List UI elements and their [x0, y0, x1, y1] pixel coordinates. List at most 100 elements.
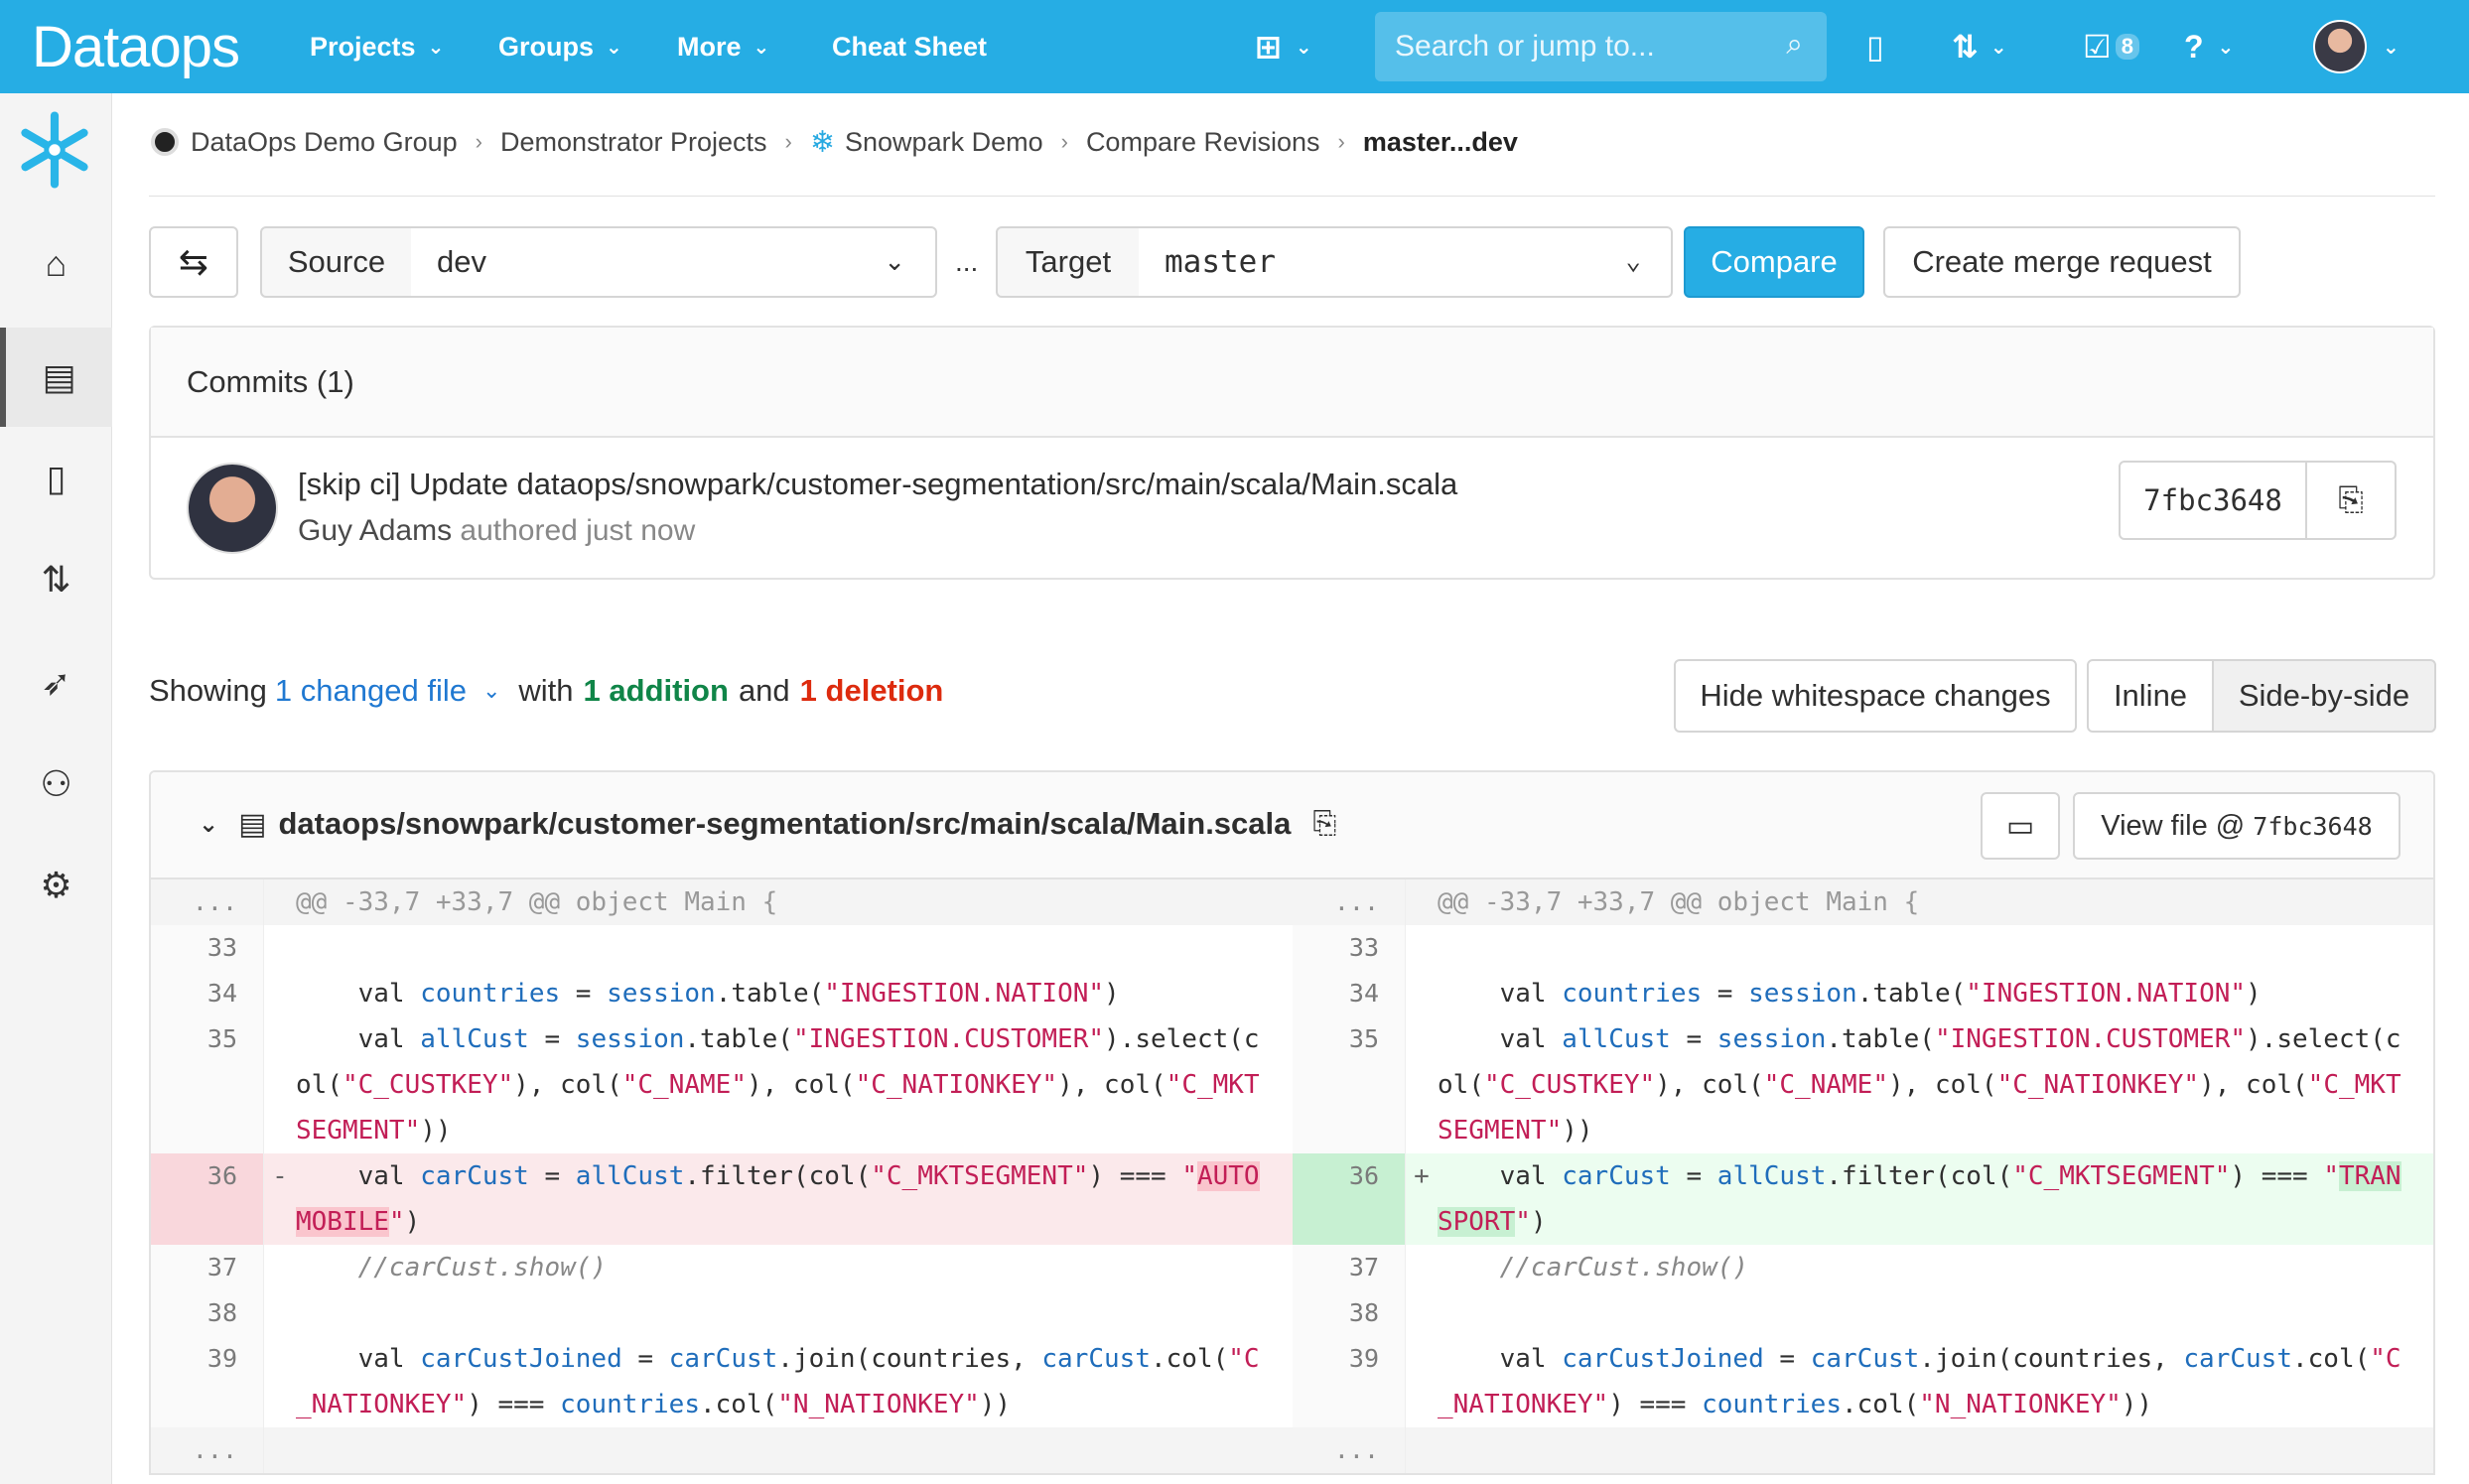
create-merge-request-button[interactable]: Create merge request	[1883, 226, 2241, 298]
diff-line: 34 val countries = session.table("INGEST…	[151, 971, 1293, 1016]
snowflake-project-icon[interactable]	[14, 109, 95, 191]
diff-sign	[1406, 1336, 1438, 1427]
nav-cheat-sheet[interactable]: Cheat Sheet	[832, 0, 987, 93]
breadcrumb-group[interactable]: DataOps Demo Group	[191, 127, 458, 158]
nav-groups[interactable]: Groups ⌄	[498, 0, 622, 93]
copy-clipboard-icon[interactable]: ⎘	[2307, 463, 2395, 538]
chevron-down-icon[interactable]: ⌄	[2383, 0, 2400, 93]
target-select[interactable]: master ⌄	[1139, 226, 1673, 298]
chevron-right-icon: ›	[475, 129, 482, 154]
line-number[interactable]: 33	[151, 925, 264, 971]
expand-lines-button[interactable]: ...	[1293, 1427, 1406, 1473]
diff-line-removed: 36- val carCust = allCust.filter(col("C_…	[151, 1153, 1293, 1245]
merge-requests-dropdown[interactable]: ⇅ ⌄	[1952, 0, 2007, 93]
hunk-text	[1438, 1427, 2433, 1473]
breadcrumb-compare[interactable]: Compare Revisions	[1086, 127, 1320, 158]
commit-author-avatar[interactable]	[187, 463, 278, 554]
breadcrumb-current: master...dev	[1362, 126, 1518, 157]
chevron-down-icon: ⌄	[606, 36, 622, 59]
chevron-right-icon: ›	[784, 129, 792, 154]
stats-with: with	[518, 673, 574, 708]
breadcrumb-subgroup[interactable]: Demonstrator Projects	[500, 127, 767, 158]
line-number[interactable]: 38	[1293, 1290, 1406, 1336]
commit-title[interactable]: [skip ci] Update dataops/snowpark/custom…	[298, 467, 1457, 502]
help-dropdown[interactable]: ? ⌄	[2184, 0, 2234, 93]
diff-line: 38	[151, 1290, 1293, 1336]
members-icon[interactable]: ⚇	[0, 735, 112, 834]
expand-lines-button[interactable]: ...	[151, 1427, 264, 1473]
target-label: Target	[996, 226, 1141, 298]
hunk-text: @@ -33,7 +33,7 @@ object Main {	[1438, 879, 2433, 925]
expand-lines-button[interactable]: ...	[1293, 879, 1406, 925]
inline-view-button[interactable]: Inline	[2087, 659, 2214, 733]
line-number[interactable]: 37	[1293, 1245, 1406, 1290]
line-number[interactable]: 37	[151, 1245, 264, 1290]
todos-button[interactable]: ☑ 8	[2083, 0, 2139, 93]
nav-more-label: More	[677, 31, 742, 62]
merge-request-sidebar-icon[interactable]: ⇅	[0, 530, 112, 629]
expand-lines-button[interactable]: ...	[151, 879, 264, 925]
diff-sign	[264, 1336, 296, 1427]
issues-sidebar-icon[interactable]: ▯	[0, 429, 112, 528]
swap-revisions-button[interactable]: ⇆	[149, 226, 238, 298]
commit-sha-group: 7fbc3648 ⎘	[2119, 461, 2397, 540]
code-line: val carCust = allCust.filter(col("C_MKTS…	[296, 1153, 1293, 1245]
stats-showing: Showing	[149, 673, 267, 708]
diff-left-pane: ... @@ -33,7 +33,7 @@ object Main { 33 3…	[151, 879, 1293, 1473]
additions-count: 1 addition	[583, 673, 729, 708]
diff-file-header: ⌄ ▤ dataops/snowpark/customer-segmentati…	[151, 772, 2433, 879]
diff-sign	[264, 1245, 296, 1290]
file-path-text[interactable]: dataops/snowpark/customer-segmentation/s…	[278, 806, 1291, 842]
copy-path-icon[interactable]: ⎘	[1312, 807, 1336, 841]
user-avatar[interactable]	[2313, 20, 2367, 73]
diff-sign	[1406, 1245, 1438, 1290]
hide-whitespace-button[interactable]: Hide whitespace changes	[1674, 659, 2077, 733]
line-number[interactable]: 38	[151, 1290, 264, 1336]
compare-button[interactable]: Compare	[1684, 226, 1864, 298]
repository-icon[interactable]: ▤	[0, 328, 112, 427]
chevron-down-icon[interactable]: ⌄	[482, 678, 500, 704]
search-input[interactable]: Search or jump to... ⌕	[1375, 12, 1827, 81]
view-file-button[interactable]: View file @ 7fbc3648	[2073, 792, 2400, 860]
diff-line: 38	[1293, 1290, 2433, 1336]
nav-more[interactable]: More ⌄	[677, 0, 769, 93]
line-number[interactable]: 36	[1293, 1153, 1406, 1245]
file-path: ⌄ ▤ dataops/snowpark/customer-segmentati…	[199, 806, 1336, 842]
code-line: val countries = session.table("INGESTION…	[1499, 979, 2262, 1009]
side-by-side-view-button[interactable]: Side-by-side	[2212, 659, 2436, 733]
line-number[interactable]: 34	[1293, 971, 1406, 1016]
line-number[interactable]: 39	[151, 1336, 264, 1427]
comment-toggle-button[interactable]: ▭	[1981, 792, 2060, 860]
line-number[interactable]: 35	[1293, 1016, 1406, 1153]
merge-request-icon: ⇅	[1952, 29, 1979, 65]
diff-hunk-footer: ...	[1293, 1427, 2433, 1473]
changed-files-dropdown[interactable]: 1 changed file	[275, 673, 467, 709]
commit-sha-button[interactable]: 7fbc3648	[2121, 463, 2307, 538]
new-item-dropdown[interactable]: ⊞ ⌄	[1255, 0, 1312, 93]
file-icon: ▤	[238, 807, 267, 841]
source-select[interactable]: dev ⌄	[411, 226, 937, 298]
nav-projects[interactable]: Projects ⌄	[310, 0, 444, 93]
line-number[interactable]: 39	[1293, 1336, 1406, 1427]
settings-gear-icon[interactable]: ⚙	[0, 836, 112, 935]
diff-sign	[1406, 879, 1438, 925]
code-line: //carCust.show()	[357, 1253, 608, 1282]
diff-line: 37 //carCust.show()	[151, 1245, 1293, 1290]
search-icon: ⌕	[1786, 28, 1803, 61]
view-file-label: View file @	[2101, 809, 2246, 842]
commits-panel: Commits (1) [skip ci] Update dataops/sno…	[149, 326, 2435, 580]
issues-icon[interactable]: ▯	[1866, 0, 1884, 93]
breadcrumb-project[interactable]: Snowpark Demo	[845, 127, 1043, 158]
rocket-icon[interactable]: ➶	[0, 633, 112, 733]
brand-logo[interactable]: Dataops	[32, 14, 240, 80]
home-icon[interactable]: ⌂	[0, 214, 112, 314]
line-number[interactable]: 35	[151, 1016, 264, 1153]
chevron-down-icon[interactable]: ⌄	[199, 810, 218, 839]
line-number[interactable]: 34	[151, 971, 264, 1016]
line-number[interactable]: 33	[1293, 925, 1406, 971]
line-number[interactable]: 36	[151, 1153, 264, 1245]
chevron-down-icon: ⌄	[427, 36, 445, 59]
commit-author[interactable]: Guy Adams	[298, 514, 452, 547]
project-sidebar: ⌂ ▤ ▯ ⇅ ➶ ⚇ ⚙	[0, 93, 112, 1484]
